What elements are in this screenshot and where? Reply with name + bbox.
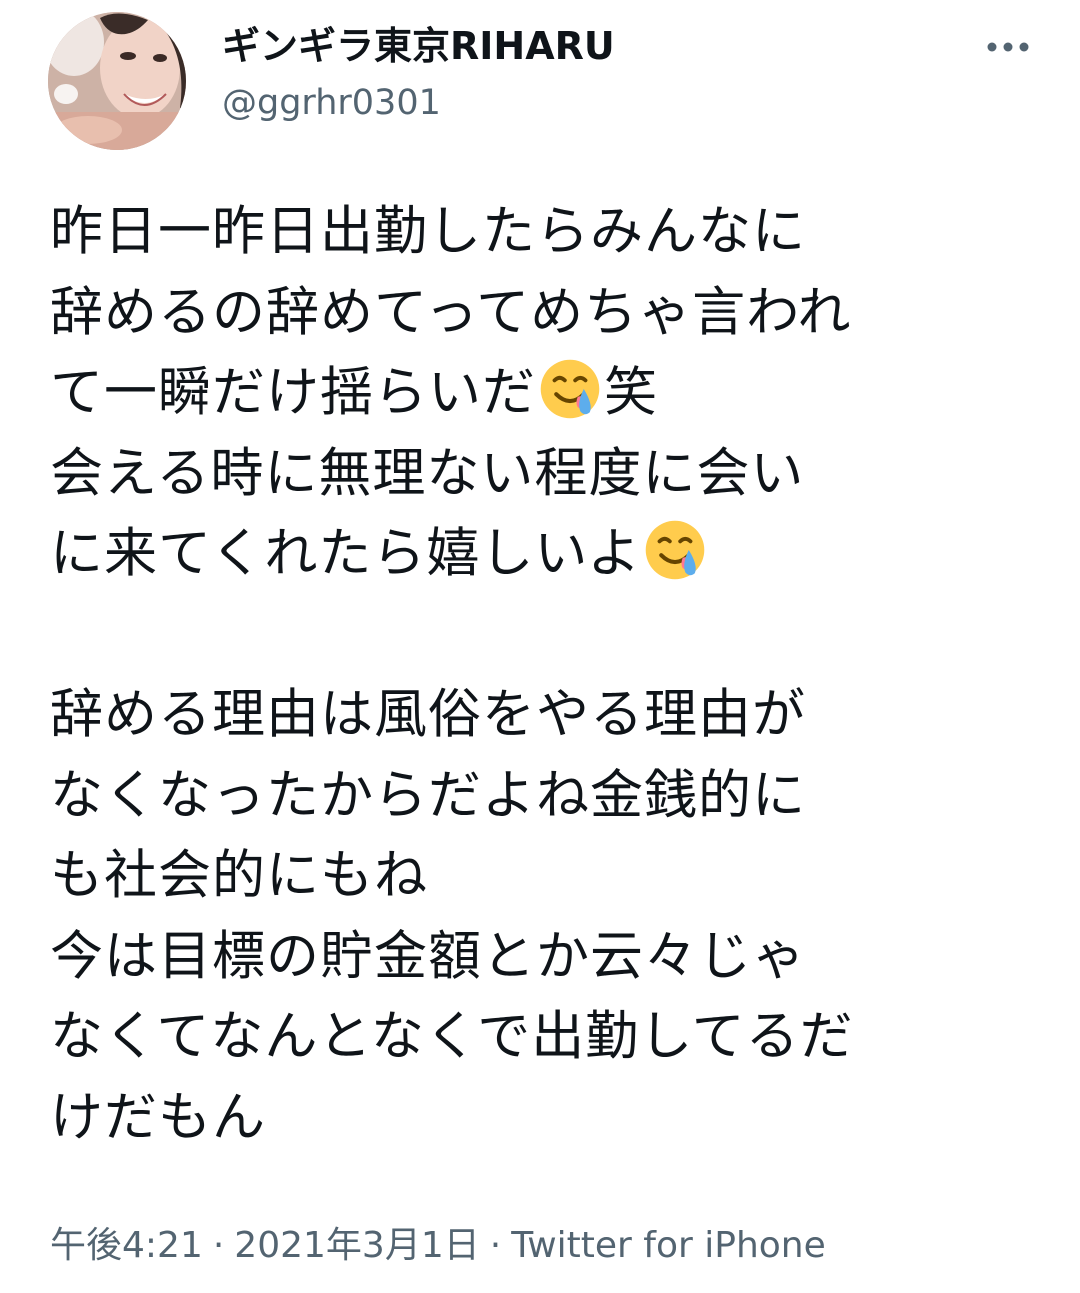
tweet-line-text: なくなったからだよね金銭的に	[50, 764, 806, 826]
tweet-line: 辞めるの辞めてってめちゃ言われ	[50, 273, 1050, 354]
tweet-line: て一瞬だけ揺らいだ 笑	[50, 353, 1050, 434]
tweet-line-text: て一瞬だけ揺らいだ	[50, 362, 536, 423]
tweet-line: なくてなんとなくで出勤してるだ	[50, 997, 1050, 1078]
tweet-line: 今は目標の貯金額とか云々じゃ	[50, 917, 1050, 998]
tweet-line-text: に来てくれたら嬉しいよ	[50, 523, 642, 584]
tweet-line-text: 辞める理由は風俗をやる理由が	[50, 684, 806, 745]
user-handle[interactable]: @ggrhr0301	[222, 80, 441, 126]
tweet-line: も社会的にもね	[50, 836, 1050, 917]
smiling-face-with-tear-icon	[644, 519, 706, 581]
tweet-line-text: 会える時に無理ない程度に会い	[50, 442, 805, 504]
tweet-line-text: 辞めるの辞めてってめちゃ言われ	[50, 281, 852, 343]
more-horizontal-icon	[987, 42, 1029, 52]
tweet-line: 辞める理由は風俗をやる理由が	[50, 675, 1050, 756]
tweet-line-text: も社会的にもね	[50, 845, 428, 906]
avatar-photo-icon	[48, 12, 186, 150]
tweet-line: に来てくれたら嬉しいよ	[50, 514, 1050, 595]
tweet-line	[50, 595, 1050, 676]
tweet-line: 会える時に無理ない程度に会い	[50, 434, 1050, 515]
tweet: ギンギラ東京RIHARU @ggrhr0301 昨日一昨日出勤したらみんなに 辞め…	[0, 0, 1080, 1293]
tweet-line: なくなったからだよね金銭的に	[50, 756, 1050, 837]
tweet-date[interactable]: 2021年3月1日	[234, 1225, 479, 1266]
tweet-line: けだもん	[50, 1078, 1050, 1159]
tweet-line-text: 笑	[604, 362, 658, 423]
tweet-time[interactable]: 午後4:21	[50, 1225, 203, 1266]
tweet-text: 昨日一昨日出勤したらみんなに 辞めるの辞めてってめちゃ言われ て一瞬だけ揺らいだ 笑会…	[50, 192, 1050, 1158]
avatar[interactable]	[48, 12, 186, 150]
tweet-line-text: なくてなんとなくで出勤してるだ	[50, 1006, 854, 1067]
display-name[interactable]: ギンギラ東京RIHARU	[222, 22, 615, 70]
tweet-line-text: けだもん	[50, 1086, 266, 1148]
separator-dot: ·	[212, 1225, 225, 1266]
more-options-button[interactable]	[978, 30, 1038, 64]
tweet-line-text: 昨日一昨日出勤したらみんなに	[50, 201, 806, 262]
smiling-face-with-tear-icon	[539, 358, 601, 420]
tweet-line: 昨日一昨日出勤したらみんなに	[50, 192, 1050, 273]
separator-dot: ·	[489, 1225, 502, 1266]
tweet-line-text: 今は目標の貯金額とか云々じゃ	[50, 925, 806, 987]
tweet-source-link[interactable]: Twitter for iPhone	[511, 1225, 826, 1266]
tweet-metadata: 午後4:21 · 2021年3月1日 · Twitter for iPhone	[50, 1222, 826, 1270]
